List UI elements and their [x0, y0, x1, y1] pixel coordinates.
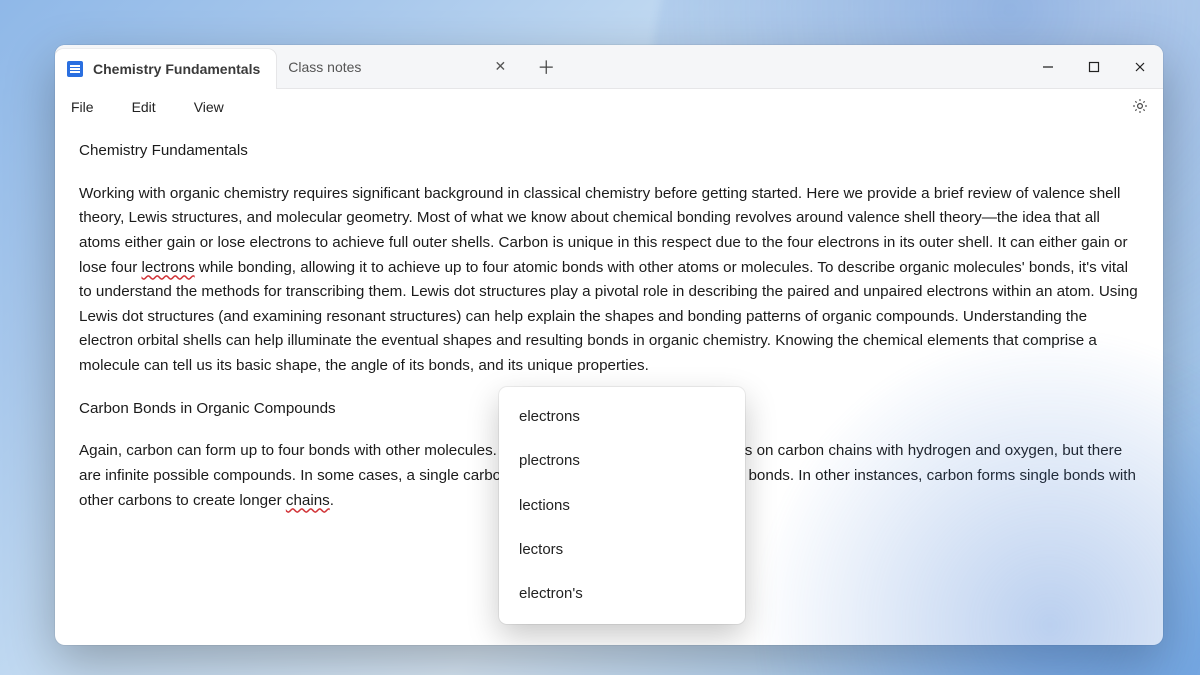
document-title: Chemistry Fundamentals — [79, 139, 1139, 164]
menu-edit[interactable]: Edit — [130, 95, 158, 119]
spellcheck-context-menu: electrons plectrons lections lectors ele… — [499, 387, 745, 624]
misspelled-word-lectrons[interactable]: lectrons — [141, 259, 194, 276]
p2-part-b: . — [330, 492, 334, 509]
menu-view[interactable]: View — [192, 95, 226, 119]
notepad-window: Chemistry Fundamentals Class notes ✕ ＋ F… — [55, 45, 1163, 645]
spell-suggestion-0[interactable]: electrons — [499, 395, 745, 439]
tab-title-active: Chemistry Fundamentals — [93, 61, 260, 77]
notepad-icon — [67, 61, 83, 77]
settings-button[interactable] — [1131, 97, 1149, 118]
tab-class-notes[interactable]: Class notes ✕ — [276, 45, 526, 88]
tab-title-inactive: Class notes — [288, 59, 361, 75]
menu-file[interactable]: File — [69, 95, 96, 119]
spell-suggestion-2[interactable]: lections — [499, 484, 745, 528]
close-tab-icon[interactable]: ✕ — [491, 58, 511, 75]
titlebar-drag-region[interactable] — [566, 45, 1025, 88]
new-tab-button[interactable]: ＋ — [526, 45, 566, 88]
text-editor[interactable]: Chemistry Fundamentals Working with orga… — [55, 125, 1163, 645]
p1-part-b: while bonding, allowing it to achieve up… — [79, 259, 1138, 375]
minimize-button[interactable] — [1025, 45, 1071, 88]
paragraph-1: Working with organic chemistry requires … — [79, 182, 1139, 379]
titlebar: Chemistry Fundamentals Class notes ✕ ＋ — [55, 45, 1163, 89]
misspelled-word-chains[interactable]: chains — [286, 492, 330, 509]
spell-suggestion-3[interactable]: lectors — [499, 528, 745, 572]
menubar: File Edit View — [55, 89, 1163, 125]
close-window-button[interactable] — [1117, 45, 1163, 88]
spell-suggestion-1[interactable]: plectrons — [499, 439, 745, 483]
maximize-button[interactable] — [1071, 45, 1117, 88]
gear-icon — [1131, 97, 1149, 115]
tab-chemistry-fundamentals[interactable]: Chemistry Fundamentals — [55, 49, 276, 89]
spell-suggestion-4[interactable]: electron's — [499, 572, 745, 616]
